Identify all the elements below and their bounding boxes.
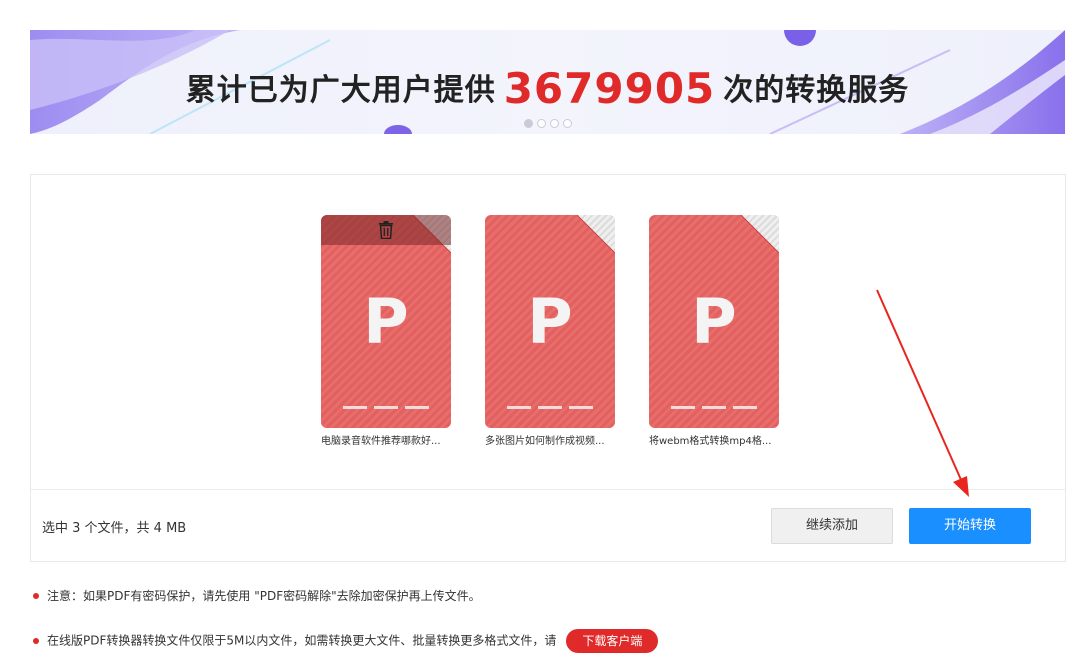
- note-text: 注意：如果PDF有密码保护，请先使用 "PDF密码解除"去除加密保护再上传文件。: [47, 589, 481, 603]
- file-name: 将webm格式转换mp4格...: [649, 436, 772, 447]
- banner: 累计已为广大用户提供 3679905 次的转换服务: [30, 30, 1065, 134]
- start-convert-button[interactable]: 开始转换: [909, 508, 1031, 544]
- carousel-dot[interactable]: [549, 119, 559, 128]
- file-type-letter: P: [527, 285, 573, 358]
- panel-divider: [31, 489, 1065, 490]
- bullet-dot: [33, 593, 39, 599]
- note-text: 在线版PDF转换器转换文件仅限于5M以内文件，如需转换更大文件、批量转换更多格式…: [47, 633, 557, 648]
- password-note: 注意：如果PDF有密码保护，请先使用 "PDF密码解除"去除加密保护再上传文件。: [33, 587, 481, 604]
- file-card[interactable]: P 电脑录音软件推荐哪款好...: [321, 215, 451, 447]
- file-type-letter: P: [363, 285, 409, 358]
- bullet-dot: [33, 637, 39, 644]
- banner-headline: 累计已为广大用户提供 3679905 次的转换服务: [30, 64, 1065, 113]
- ppt-file-icon: P: [321, 215, 451, 428]
- ppt-file-icon: P: [649, 215, 779, 428]
- carousel-dots: [30, 119, 1065, 128]
- banner-suffix: 次的转换服务: [723, 73, 910, 108]
- file-card[interactable]: P 多张图片如何制作成视频...: [485, 215, 615, 447]
- banner-prefix: 累计已为广大用户提供: [185, 73, 496, 108]
- size-limit-note: 在线版PDF转换器转换文件仅限于5M以内文件，如需转换更大文件、批量转换更多格式…: [33, 629, 659, 653]
- file-type-letter: P: [691, 285, 737, 358]
- upload-panel: P 电脑录音软件推荐哪款好... P 多张图片如何制作成视频... P 将web…: [30, 174, 1066, 562]
- conversion-count: 3679905: [503, 64, 716, 113]
- selection-summary: 选中 3 个文件，共 4 MB: [42, 521, 187, 536]
- trash-icon[interactable]: [378, 221, 394, 239]
- download-client-button[interactable]: 下载客户端: [566, 629, 659, 653]
- carousel-dot[interactable]: [562, 119, 572, 128]
- file-card[interactable]: P 将webm格式转换mp4格...: [649, 215, 779, 447]
- file-name: 多张图片如何制作成视频...: [485, 436, 605, 447]
- carousel-dot[interactable]: [536, 119, 546, 128]
- ppt-file-icon: P: [485, 215, 615, 428]
- file-name: 电脑录音软件推荐哪款好...: [321, 436, 441, 447]
- continue-add-button[interactable]: 继续添加: [771, 508, 893, 544]
- carousel-dot[interactable]: [523, 119, 533, 128]
